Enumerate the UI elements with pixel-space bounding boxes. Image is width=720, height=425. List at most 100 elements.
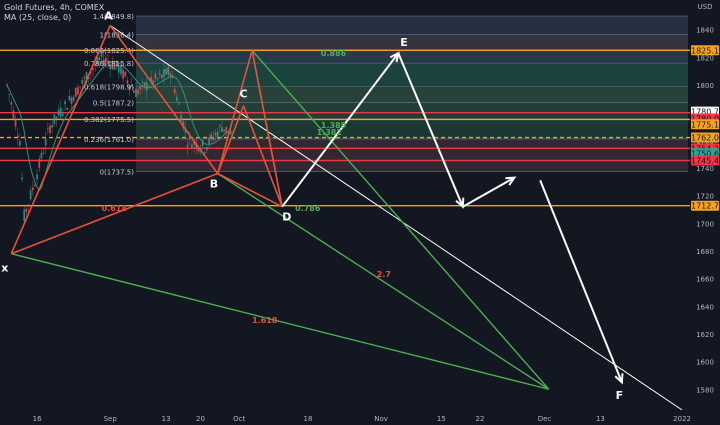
fib-zone xyxy=(136,63,688,87)
candle-body xyxy=(72,96,75,101)
candle-body xyxy=(139,86,142,90)
candle-body xyxy=(16,135,19,138)
candle-body xyxy=(167,67,170,75)
candle-body xyxy=(203,152,206,154)
fib-level-label: 0.5(1787.2) xyxy=(93,100,134,108)
fib-level-label: 0.236(1761.0) xyxy=(84,136,134,144)
price-axis[interactable]: USD1580160016201640166016801700172017401… xyxy=(690,0,720,425)
time-tick-label: 13 xyxy=(162,415,171,423)
candle-body xyxy=(223,129,226,132)
candle-body xyxy=(51,125,54,128)
candle-body xyxy=(165,68,167,75)
price-tick-label: 1740 xyxy=(696,165,714,173)
ratio-label: 0.618 xyxy=(102,204,128,213)
candle-body xyxy=(210,134,213,138)
candle-body xyxy=(38,159,41,168)
candle-body xyxy=(23,209,26,221)
fib-zone xyxy=(136,102,688,119)
candle-body xyxy=(81,79,84,84)
fib-level-label: 0.382(1775.5) xyxy=(84,116,134,124)
price-tag-text: 1825.1 xyxy=(691,46,719,55)
candle-body xyxy=(70,97,73,104)
candle-body xyxy=(53,114,56,124)
price-tick-label: 1720 xyxy=(696,193,714,201)
candle-body xyxy=(225,126,228,133)
candle-body xyxy=(186,144,189,148)
candle-body xyxy=(122,69,124,79)
candle-body xyxy=(175,96,178,101)
price-tag-text: 1745.4 xyxy=(691,156,719,165)
ratio-label: 0.886 xyxy=(321,49,347,58)
time-tick-label: 18 xyxy=(304,415,313,423)
candle-body xyxy=(212,137,215,141)
price-tick-label: 1600 xyxy=(696,359,714,367)
candle-body xyxy=(191,144,193,149)
candle-body xyxy=(66,108,69,110)
time-tick-label: 2022 xyxy=(673,415,691,423)
price-tick-label: 1820 xyxy=(696,54,714,62)
fib-zone xyxy=(136,16,688,35)
candle-body xyxy=(214,132,217,136)
candle-body xyxy=(44,138,47,146)
indicator-legend[interactable]: MA (25, close, 0) xyxy=(4,13,71,22)
price-tick-label: 1660 xyxy=(696,276,714,284)
price-tick-label: 1800 xyxy=(696,82,714,90)
time-tick-label: Nov xyxy=(374,415,388,423)
point-label-d: D xyxy=(282,211,291,224)
candle-body xyxy=(163,69,165,77)
fib-level-label: 1.4(1849.8) xyxy=(93,13,134,21)
candle-body xyxy=(178,103,180,105)
time-tick-label: 15 xyxy=(437,415,446,423)
currency-label: USD xyxy=(698,3,713,11)
point-label-f: F xyxy=(616,389,624,402)
candle-body xyxy=(221,127,223,132)
price-tag-text: 1712.7 xyxy=(691,202,719,211)
price-tick-label: 1620 xyxy=(696,331,714,339)
candle-body xyxy=(145,82,148,91)
candle-body xyxy=(49,125,51,134)
time-tick-label: 16 xyxy=(33,415,42,423)
time-axis[interactable]: 16 Sep 13 20 Oct 18 Nov 15 22 Dec 13 2022 xyxy=(0,410,720,425)
candle-body xyxy=(62,113,64,116)
time-tick-label: Sep xyxy=(104,415,118,423)
ratio-label: 0.786 xyxy=(295,204,321,213)
candle-body xyxy=(31,187,34,191)
candle-body xyxy=(154,73,157,79)
candle-body xyxy=(29,190,32,200)
price-tick-label: 1640 xyxy=(696,303,714,311)
candle-body xyxy=(83,77,86,79)
fib-level-label: 0(1737.5) xyxy=(100,168,135,176)
candle-body xyxy=(208,137,210,145)
gold-futures-chart[interactable]: 1.4(1849.8)1(1836.4)0.886(1825.4)0.786(1… xyxy=(0,0,720,425)
time-tick-label: 22 xyxy=(476,415,485,423)
candle-body xyxy=(92,68,94,70)
candle-body xyxy=(55,116,58,119)
ratio-label: 2.7 xyxy=(377,270,391,279)
price-tick-label: 1580 xyxy=(696,386,714,394)
price-tag-text: 1762.0 xyxy=(691,134,719,143)
point-label-e: E xyxy=(400,36,408,49)
candle-body xyxy=(79,86,81,88)
candle-body xyxy=(14,119,17,127)
fib-zone xyxy=(136,118,688,139)
candle-body xyxy=(74,87,77,97)
candle-body xyxy=(173,88,176,94)
candle-body xyxy=(36,174,38,180)
point-label-a: A xyxy=(104,10,113,23)
candle-body xyxy=(160,74,163,78)
candle-body xyxy=(25,208,28,212)
symbol-title[interactable]: Gold Futures, 4h, COMEX xyxy=(4,3,104,12)
candle-body xyxy=(6,84,8,86)
candle-body xyxy=(156,78,159,79)
candle-body xyxy=(27,204,30,206)
fib-zone xyxy=(136,86,688,103)
price-tick-label: 1840 xyxy=(696,27,714,35)
time-tick-label: Oct xyxy=(233,415,245,423)
ratio-label: 1.389 xyxy=(321,121,347,130)
candle-body xyxy=(21,177,23,180)
candle-body xyxy=(42,153,45,154)
candle-body xyxy=(148,86,150,88)
candle-body xyxy=(218,125,221,127)
candle-body xyxy=(12,110,15,119)
fib-zone xyxy=(136,49,688,64)
